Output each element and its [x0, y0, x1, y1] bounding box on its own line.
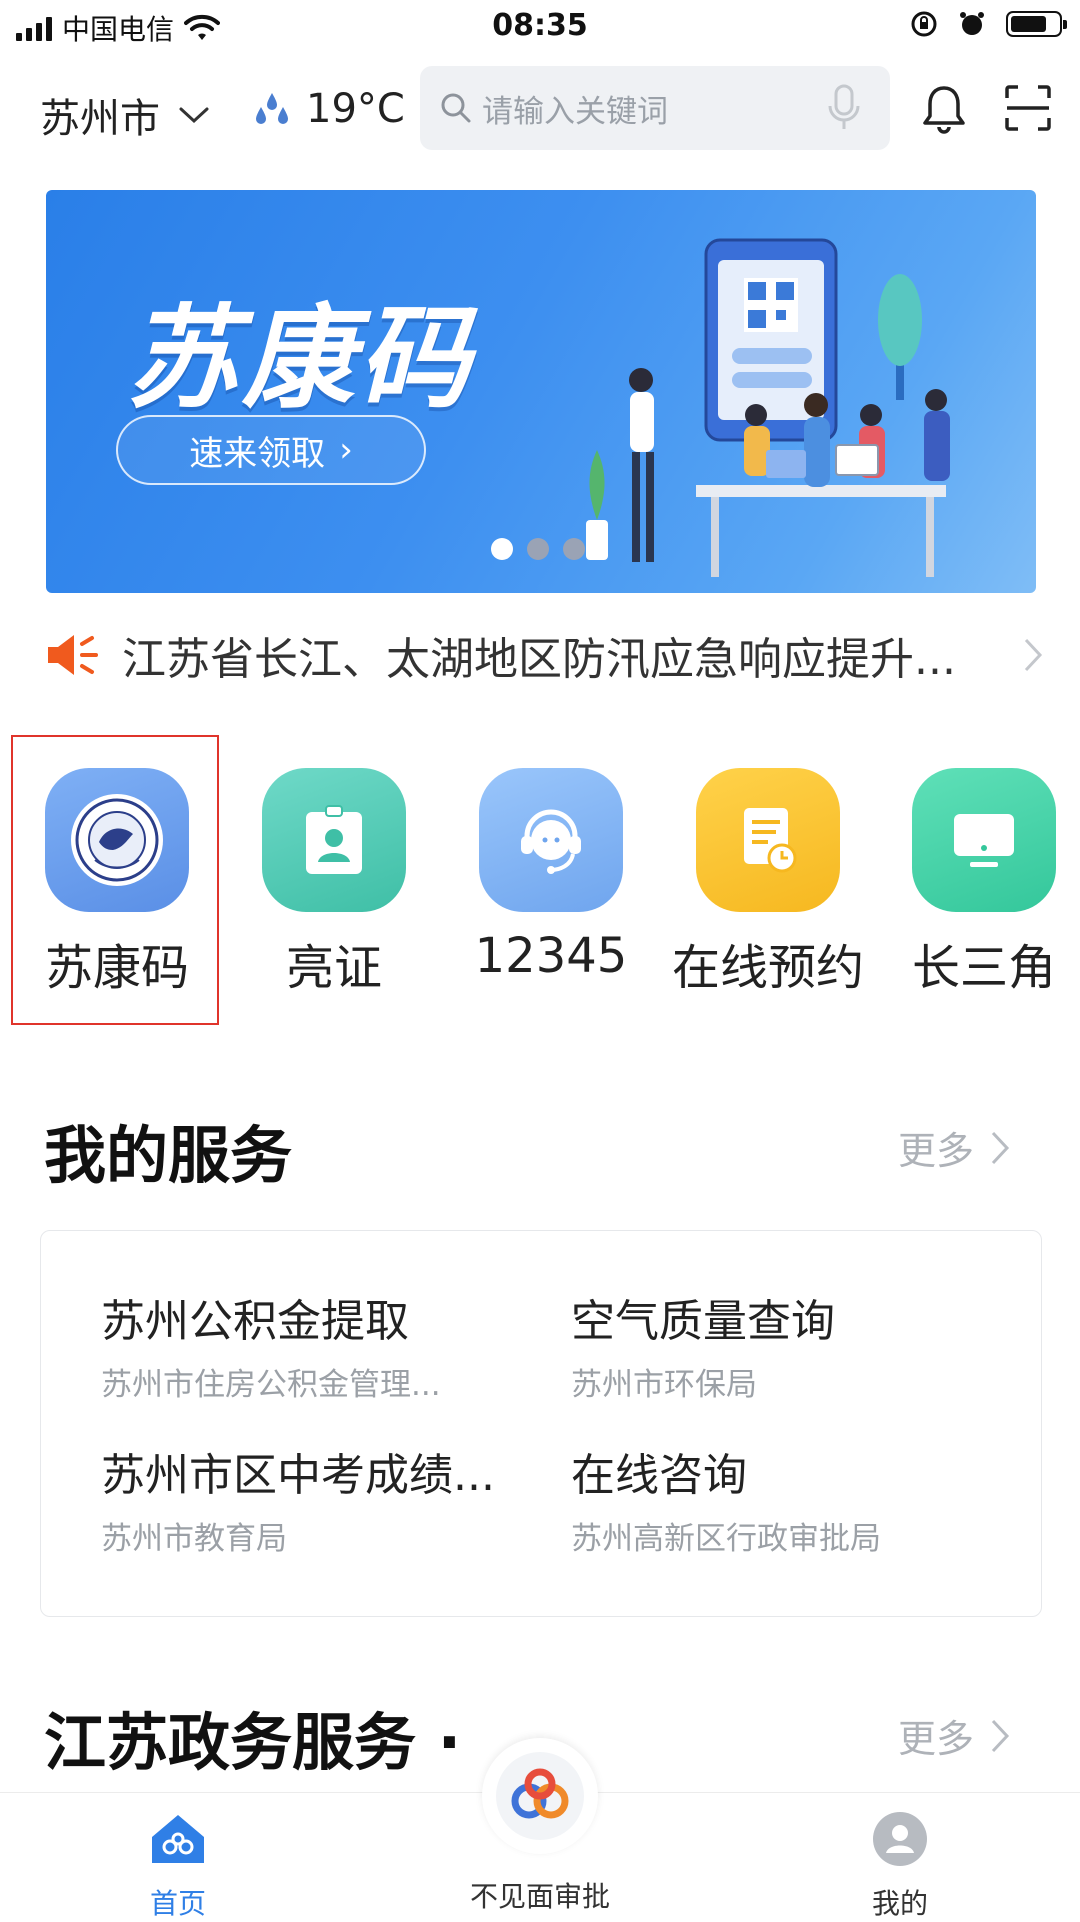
quick-app-yangtze-delta[interactable]: 长三角 — [884, 768, 1080, 998]
battery-level — [1011, 16, 1046, 32]
quick-app-label: 12345 — [474, 928, 628, 984]
home-icon — [152, 1815, 204, 1863]
banner-illustration — [586, 238, 950, 577]
my-services-card: 苏州公积金提取 苏州市住房公积金管理... 空气质量查询 苏州市环保局 苏州市区… — [40, 1230, 1042, 1617]
battery-icon — [1006, 11, 1067, 37]
microphone-icon[interactable] — [826, 84, 862, 132]
service-title: 苏州市区中考成绩... — [101, 1450, 495, 1501]
search-input[interactable]: 请输入关键词 — [420, 66, 890, 150]
promo-banner[interactable]: 苏康码 速来领取 › — [46, 190, 1036, 593]
search-placeholder: 请输入关键词 — [482, 93, 668, 130]
chevron-right-icon — [991, 1131, 1010, 1164]
quick-app-label: 亮证 — [285, 940, 382, 996]
banner-claim-button[interactable]: 速来领取 › — [116, 415, 426, 485]
jiangsu-services-title: 江苏政务服务 · — [44, 1706, 462, 1779]
scan-icon[interactable] — [1004, 84, 1052, 132]
chevron-right-icon: › — [339, 430, 353, 470]
service-subtitle: 苏州市教育局 — [101, 1521, 287, 1557]
quick-app-hotline[interactable]: 12345 — [451, 768, 651, 984]
user-avatar-icon — [873, 1812, 927, 1866]
center-approval-button[interactable] — [482, 1738, 598, 1854]
approval-logo-icon — [496, 1752, 584, 1840]
notice-text: 江苏省长江、太湖地区防汛应急响应提升... — [122, 634, 956, 685]
jiangsu-services-more-link[interactable]: 更多 — [898, 1708, 1010, 1763]
customer-service-headset-icon — [479, 768, 623, 912]
quick-app-label: 长三角 — [911, 940, 1056, 996]
service-item[interactable]: 苏州公积金提取 苏州市住房公积金管理... — [101, 1285, 531, 1404]
banner-button-label: 速来领取 — [189, 433, 326, 474]
weather-widget[interactable]: 19°C — [252, 86, 405, 132]
chevron-right-icon — [991, 1719, 1010, 1752]
banner-title: 苏康码 — [126, 294, 474, 424]
service-item[interactable]: 空气质量查询 苏州市环保局 — [571, 1285, 1001, 1404]
quick-app-show-id[interactable]: 亮证 — [234, 768, 434, 998]
notice-bar[interactable]: 江苏省长江、太湖地区防汛应急响应提升... — [44, 620, 1044, 690]
nav-mine-label: 我的 — [871, 1887, 928, 1920]
nav-approval-label-wrap[interactable]: 不见面审批 — [460, 1875, 620, 1915]
service-subtitle: 苏州高新区行政审批局 — [571, 1521, 881, 1557]
nav-mine[interactable]: 我的 — [850, 1811, 950, 1922]
monitor-icon — [912, 768, 1056, 912]
carousel-dot[interactable] — [491, 538, 513, 560]
quick-app-label: 在线预约 — [671, 940, 864, 996]
id-badge-icon — [262, 768, 406, 912]
service-subtitle: 苏州市住房公积金管理... — [101, 1367, 441, 1403]
city-label: 苏州市 — [40, 96, 160, 142]
service-subtitle: 苏州市环保局 — [571, 1367, 757, 1403]
carousel-dot[interactable] — [563, 538, 585, 560]
nav-home-label: 首页 — [149, 1887, 206, 1920]
my-services-title: 我的服务 — [44, 1119, 293, 1192]
top-header: 苏州市 19°C 请输入关键词 — [0, 66, 1080, 152]
rain-drops-icon — [256, 93, 288, 124]
quick-app-label: 苏康码 — [44, 940, 189, 996]
carousel-indicator[interactable] — [491, 538, 585, 560]
chevron-right-icon — [1024, 638, 1043, 672]
quick-app-appointment[interactable]: 在线预约 — [668, 768, 868, 998]
search-icon — [441, 93, 471, 123]
status-right — [910, 10, 1067, 38]
status-bar: 中国电信 08:35 — [0, 0, 1080, 56]
bell-icon[interactable] — [920, 84, 968, 134]
service-item[interactable]: 苏州市区中考成绩... 苏州市教育局 — [101, 1439, 531, 1558]
appointment-document-icon — [696, 768, 840, 912]
service-title: 空气质量查询 — [571, 1296, 835, 1347]
quick-app-health-code[interactable]: 苏康码 — [17, 768, 217, 998]
more-label: 更多 — [898, 1129, 975, 1173]
temperature-label: 19°C — [306, 86, 405, 132]
rotation-lock-icon — [911, 11, 937, 37]
carousel-dot[interactable] — [527, 538, 549, 560]
megaphone-icon — [48, 635, 98, 675]
my-services-more-link[interactable]: 更多 — [898, 1120, 1010, 1175]
health-code-emblem-icon — [45, 768, 189, 912]
service-title: 在线咨询 — [571, 1450, 747, 1501]
nav-home[interactable]: 首页 — [128, 1811, 228, 1922]
city-selector[interactable]: 苏州市 — [40, 86, 210, 144]
alarm-icon — [960, 12, 984, 35]
chevron-down-icon — [179, 107, 209, 124]
service-item[interactable]: 在线咨询 苏州高新区行政审批局 — [571, 1439, 1001, 1558]
more-label: 更多 — [898, 1717, 975, 1761]
service-title: 苏州公积金提取 — [101, 1296, 409, 1347]
nav-approval-label: 不见面审批 — [469, 1880, 610, 1913]
